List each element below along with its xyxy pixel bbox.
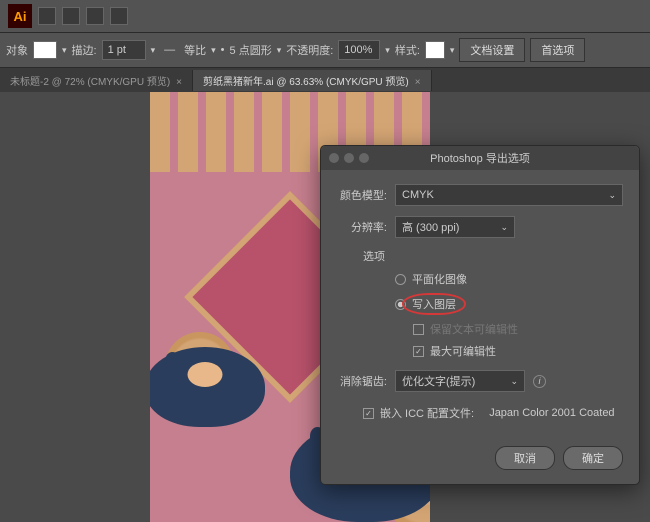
chevron-down-icon[interactable]: ▾: [62, 45, 67, 56]
style-label: 样式:: [395, 42, 420, 58]
chevron-down-icon[interactable]: ▾: [151, 45, 156, 56]
tab-doc-1[interactable]: 未标题-2 @ 72% (CMYK/GPU 预览) ×: [0, 70, 193, 91]
checkbox-icon: [413, 324, 424, 335]
doc-setup-button[interactable]: 文档设置: [459, 38, 525, 62]
stroke-label: 描边:: [72, 42, 97, 58]
artwork-pig: [150, 347, 265, 427]
opacity-input[interactable]: [338, 40, 380, 60]
dialog-titlebar[interactable]: Photoshop 导出选项: [321, 146, 639, 170]
menubar-icon[interactable]: [86, 7, 104, 25]
antialias-label: 消除锯齿:: [337, 373, 387, 389]
menubar-icon[interactable]: [110, 7, 128, 25]
select-value: 高 (300 ppi): [402, 219, 459, 235]
preferences-button[interactable]: 首选项: [530, 38, 585, 62]
select-value: 优化文字(提示): [402, 373, 475, 389]
style-swatch[interactable]: [425, 41, 445, 59]
checkbox-label: 最大可编辑性: [430, 343, 496, 359]
chevron-down-icon[interactable]: ▾: [450, 45, 455, 56]
object-label: 对象: [6, 42, 28, 58]
cancel-button[interactable]: 取消: [495, 446, 555, 470]
document-tabs: 未标题-2 @ 72% (CMYK/GPU 预览) × 剪纸黑猪新年.ai @ 6…: [0, 68, 650, 92]
flat-image-radio[interactable]: 平面化图像: [337, 268, 623, 290]
close-icon[interactable]: ×: [176, 77, 182, 88]
highlight-annotation: 写入图层: [402, 293, 466, 315]
stroke-weight-input[interactable]: [102, 40, 146, 60]
radio-label: 写入图层: [412, 299, 456, 311]
options-bar: 对象 ▾ 描边: ▾ — 等比 ▾ • 5 点圆形 ▾ 不透明度: ▾ 样式: …: [0, 32, 650, 68]
ok-button[interactable]: 确定: [563, 446, 623, 470]
export-dialog: Photoshop 导出选项 颜色模型: CMYK ⌄ 分辨率: 高 (300 p…: [320, 145, 640, 485]
menubar-icon[interactable]: [62, 7, 80, 25]
tab-label: 剪纸黑猪新年.ai @ 63.63% (CMYK/GPU 预览): [203, 77, 409, 88]
options-section-label: 选项: [337, 248, 623, 264]
write-layers-radio[interactable]: 写入图层: [337, 290, 623, 318]
checkbox-icon: ✓: [413, 346, 424, 357]
color-model-select[interactable]: CMYK ⌄: [395, 184, 623, 206]
select-value: CMYK: [402, 189, 434, 201]
chevron-down-icon[interactable]: ▾: [211, 45, 216, 56]
app-logo: Ai: [8, 4, 32, 28]
color-model-label: 颜色模型:: [337, 187, 387, 203]
chevron-down-icon[interactable]: ▾: [277, 45, 282, 56]
close-icon[interactable]: ×: [415, 77, 421, 88]
chevron-down-icon: ⌄: [500, 222, 508, 233]
checkbox-icon: ✓: [363, 408, 374, 419]
resolution-label: 分辨率:: [337, 219, 387, 235]
chevron-down-icon: ⌄: [510, 376, 518, 387]
tab-label: 未标题-2 @ 72% (CMYK/GPU 预览): [10, 77, 170, 88]
max-editability-checkbox[interactable]: ✓ 最大可编辑性: [337, 340, 623, 362]
info-icon[interactable]: i: [533, 375, 546, 388]
chevron-down-icon: ⌄: [608, 190, 616, 201]
app-menubar: Ai: [0, 0, 650, 32]
uniform-label: 等比: [184, 42, 206, 58]
icc-profile-value: Japan Color 2001 Coated: [489, 407, 614, 419]
radio-icon: [395, 274, 406, 285]
resolution-select[interactable]: 高 (300 ppi) ⌄: [395, 216, 515, 238]
brush-label: 5 点圆形: [230, 42, 272, 58]
preserve-text-checkbox: 保留文本可编辑性: [337, 318, 623, 340]
antialias-select[interactable]: 优化文字(提示) ⌄: [395, 370, 525, 392]
menubar-icon[interactable]: [38, 7, 56, 25]
embed-icc-checkbox[interactable]: ✓ 嵌入 ICC 配置文件: Japan Color 2001 Coated: [337, 402, 623, 424]
radio-label: 平面化图像: [412, 271, 467, 287]
opacity-label: 不透明度:: [286, 42, 333, 58]
dialog-title: Photoshop 导出选项: [321, 150, 639, 166]
chevron-down-icon[interactable]: ▾: [385, 45, 390, 56]
tab-doc-2[interactable]: 剪纸黑猪新年.ai @ 63.63% (CMYK/GPU 预览) ×: [193, 70, 432, 91]
checkbox-label: 保留文本可编辑性: [430, 321, 518, 337]
fill-swatch[interactable]: [33, 41, 57, 59]
checkbox-label: 嵌入 ICC 配置文件:: [380, 405, 474, 421]
